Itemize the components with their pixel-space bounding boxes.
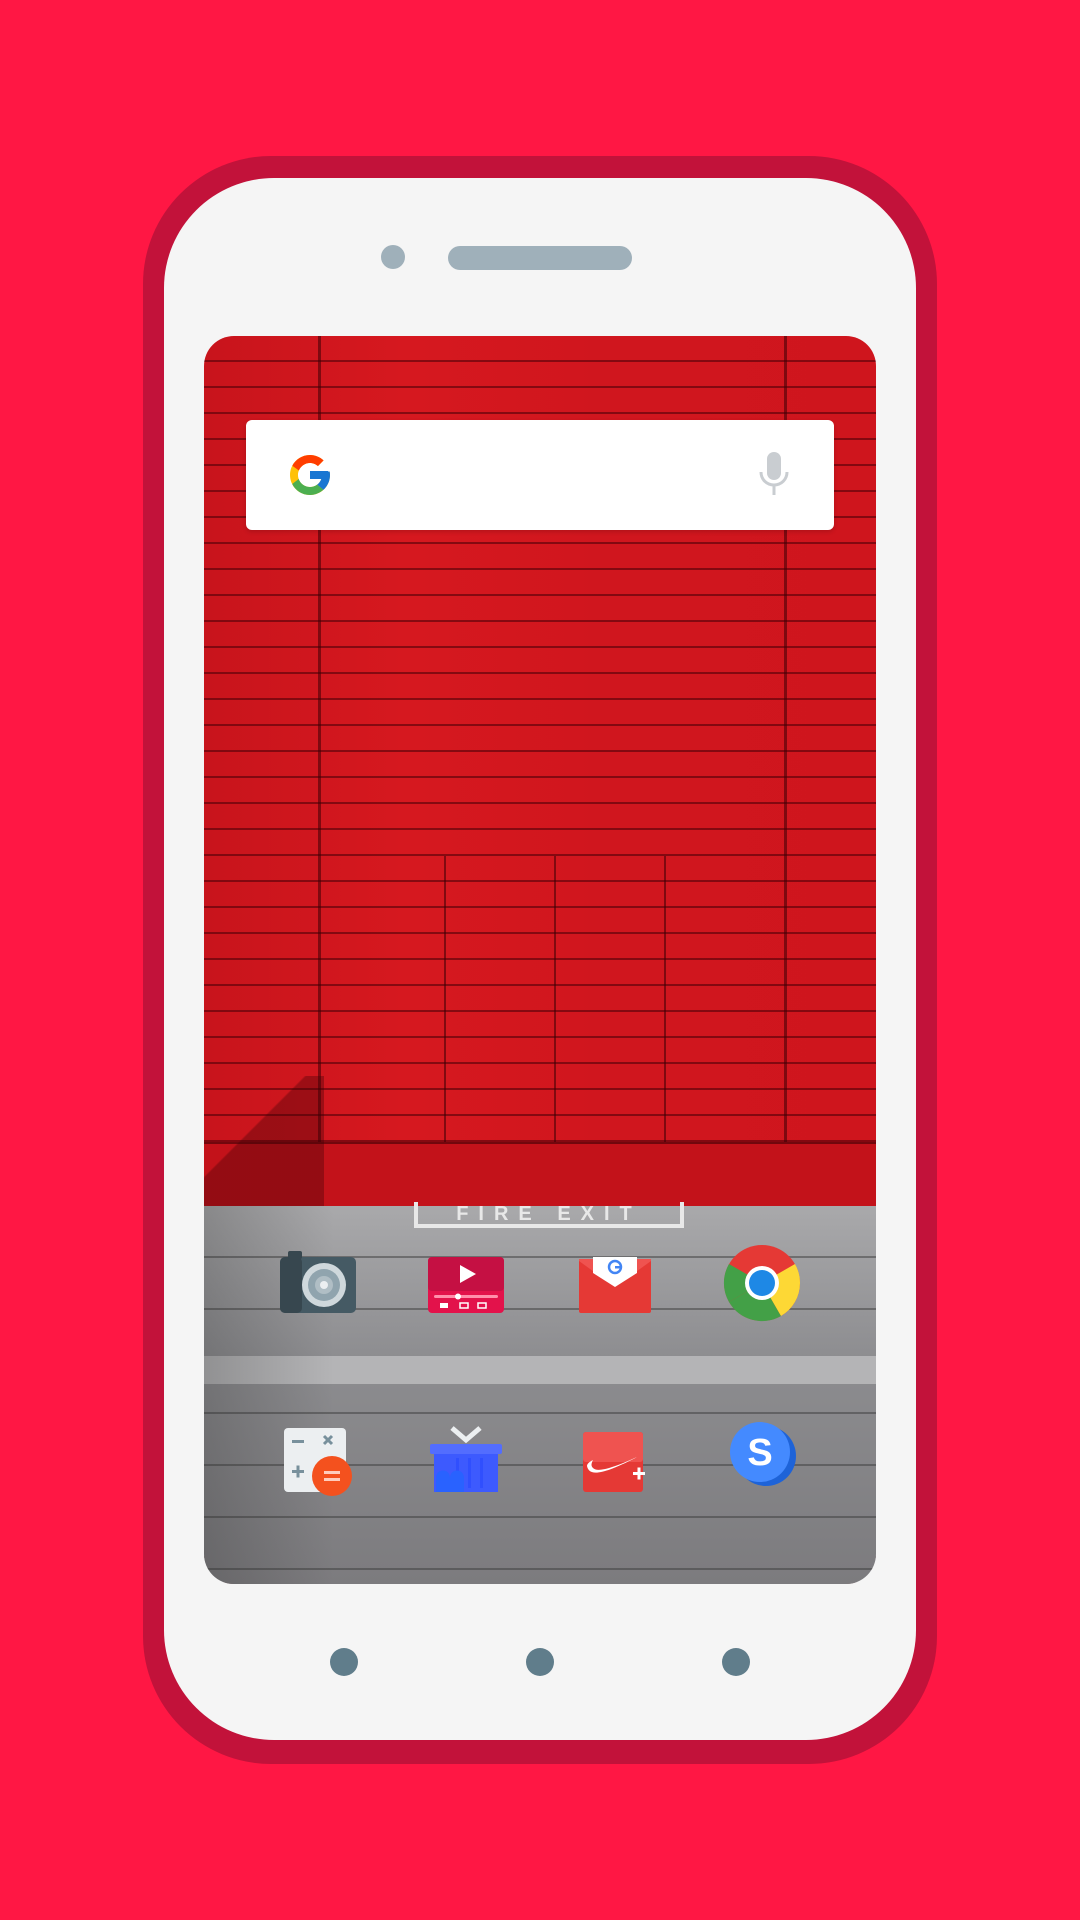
fire-exit-marking: FIRE EXIT bbox=[414, 1202, 684, 1228]
microphone-icon[interactable] bbox=[754, 450, 794, 500]
earpiece-speaker bbox=[448, 246, 632, 270]
svg-text:S: S bbox=[747, 1432, 772, 1474]
google-g-icon bbox=[290, 455, 330, 495]
camera-icon[interactable] bbox=[278, 1243, 358, 1323]
wall-shadow bbox=[204, 1076, 324, 1206]
front-camera bbox=[381, 245, 405, 269]
video-player-icon[interactable] bbox=[426, 1243, 506, 1323]
google-search-bar[interactable] bbox=[246, 420, 834, 530]
nike-plus-icon[interactable] bbox=[575, 1420, 655, 1500]
shopping-basket-icon[interactable] bbox=[426, 1420, 506, 1500]
nav-recents-button[interactable] bbox=[722, 1648, 750, 1676]
chrome-icon[interactable] bbox=[722, 1243, 802, 1323]
nav-back-button[interactable] bbox=[330, 1648, 358, 1676]
nav-home-button[interactable] bbox=[526, 1648, 554, 1676]
calculator-icon[interactable] bbox=[278, 1420, 358, 1500]
skype-icon[interactable]: S bbox=[722, 1414, 802, 1494]
gmail-icon[interactable] bbox=[575, 1243, 655, 1323]
